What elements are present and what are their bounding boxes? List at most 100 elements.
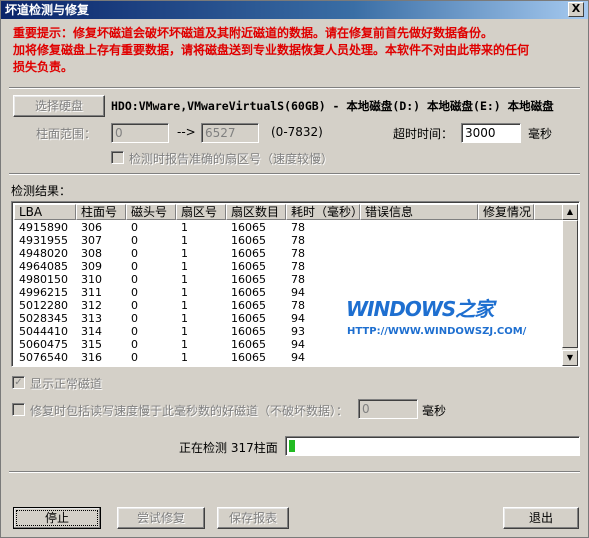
stop-button[interactable]: 停止 [13, 507, 101, 529]
table-cell [478, 247, 534, 260]
range-to-field[interactable]: 6527 [201, 123, 259, 143]
table-cell: 16065 [231, 286, 266, 299]
table-cell: 16065 [231, 221, 266, 234]
table-cell: 16065 [231, 260, 266, 273]
table-cell: 308 [81, 247, 102, 260]
table-cell: 78 [291, 273, 305, 286]
table-row[interactable]: 4931955 307 0 1 16065 78 [14, 234, 564, 247]
disk-display: HDO:VMware,VMwareVirtualS(60GB) - 本地磁盘(D… [111, 96, 580, 116]
column-header[interactable]: 耗时（毫秒） [286, 204, 360, 220]
scroll-thumb[interactable] [562, 220, 578, 348]
table-cell: 78 [291, 260, 305, 273]
repair-slow-label: 修复时包括读写速度慢于此毫秒数的好磁道（不破坏数据）： [30, 404, 349, 418]
select-disk-button[interactable]: 选择硬盘 [13, 95, 105, 117]
results-header: LBA 柱面号 磁头号 扇区号 扇区数目 耗时（毫秒） 错误信息 修复情况 [14, 204, 564, 220]
table-cell: 16065 [231, 273, 266, 286]
results-scrollbar[interactable]: ▲ ▼ [562, 204, 578, 366]
range-from-field[interactable]: 0 [111, 123, 169, 143]
separator-bottom [9, 471, 580, 473]
table-cell: 0 [131, 325, 138, 338]
table-cell: 0 [131, 221, 138, 234]
table-cell: 1 [181, 312, 188, 325]
table-cell: 316 [81, 351, 102, 364]
table-cell: 0 [131, 338, 138, 351]
table-cell [478, 273, 534, 286]
table-cell: 94 [291, 351, 305, 364]
table-cell [360, 247, 478, 260]
column-header[interactable]: 修复情况 [478, 204, 534, 220]
table-cell: 4964085 [19, 260, 68, 273]
table-cell: 307 [81, 234, 102, 247]
cylinder-range-label: 柱面范围： [36, 127, 97, 141]
show-normal-checkbox[interactable]: ✓ [12, 376, 25, 389]
repair-slow-checkbox[interactable] [12, 403, 25, 416]
table-cell: 5028345 [19, 312, 68, 325]
table-cell: 0 [131, 260, 138, 273]
watermark-logo: WINDOWS之家 [346, 297, 494, 321]
try-repair-button[interactable]: 尝试修复 [117, 507, 205, 529]
table-cell [360, 234, 478, 247]
window-title: 坏道检测与修复 [5, 3, 90, 17]
column-header[interactable]: LBA [14, 204, 76, 220]
repair-slow-field[interactable]: 0 [358, 399, 418, 419]
table-cell: 306 [81, 221, 102, 234]
table-row[interactable]: 4915890 306 0 1 16065 78 [14, 221, 564, 234]
table-cell [478, 260, 534, 273]
table-cell: 1 [181, 351, 188, 364]
table-row[interactable]: 4948020 308 0 1 16065 78 [14, 247, 564, 260]
column-header[interactable]: 错误信息 [360, 204, 478, 220]
close-button[interactable]: X [568, 2, 584, 17]
table-cell: 16065 [231, 299, 266, 312]
watermark-url: HTTP://WWW.WINDOWSZJ.COM/ [347, 326, 527, 337]
watermark: WINDOWS之家 HTTP://WWW.WINDOWSZJ.COM/ [346, 293, 546, 343]
show-normal-label: 显示正常磁道 [30, 377, 103, 391]
table-cell: 0 [131, 234, 138, 247]
table-cell: 0 [131, 273, 138, 286]
table-cell: 16065 [231, 325, 266, 338]
column-header[interactable]: 扇区数目 [226, 204, 286, 220]
report-sector-label: 检测时报告准确的扇区号（速度较慢） [129, 152, 334, 166]
scroll-down-icon[interactable]: ▼ [562, 350, 578, 366]
column-header[interactable]: 磁头号 [126, 204, 176, 220]
table-cell: 16065 [231, 338, 266, 351]
results-label: 检测结果： [11, 184, 72, 198]
table-cell [360, 260, 478, 273]
table-cell: 16065 [231, 247, 266, 260]
column-header[interactable]: 柱面号 [76, 204, 126, 220]
warning-line-1: 重要提示：修复坏磁道会破坏坏磁道及其附近磁道的数据。请在修复前首先做好数据备份。 [13, 26, 494, 40]
table-cell: 78 [291, 221, 305, 234]
report-sector-checkbox[interactable] [111, 151, 124, 164]
table-cell: 4931955 [19, 234, 68, 247]
column-header[interactable]: 扇区号 [176, 204, 226, 220]
table-cell: 310 [81, 273, 102, 286]
table-cell: 1 [181, 338, 188, 351]
exit-button[interactable]: 退出 [503, 507, 579, 529]
status-text: 正在检测 317柱面 [179, 441, 278, 455]
table-cell: 313 [81, 312, 102, 325]
table-row[interactable]: 4964085 309 0 1 16065 78 [14, 260, 564, 273]
table-cell: 0 [131, 299, 138, 312]
table-cell: 0 [131, 351, 138, 364]
table-row[interactable]: 4980150 310 0 1 16065 78 [14, 273, 564, 286]
table-cell: 1 [181, 325, 188, 338]
table-cell: 1 [181, 286, 188, 299]
table-cell: 16065 [231, 234, 266, 247]
table-cell: 1 [181, 299, 188, 312]
warning-line-3: 损失负责。 [13, 60, 74, 74]
table-cell: 311 [81, 286, 102, 299]
table-cell [360, 273, 478, 286]
table-cell: 16065 [231, 312, 266, 325]
table-cell [360, 351, 478, 364]
table-cell [478, 221, 534, 234]
scroll-up-icon[interactable]: ▲ [562, 204, 578, 220]
timeout-unit: 毫秒 [528, 127, 553, 141]
table-cell: 0 [131, 286, 138, 299]
table-row[interactable]: 5076540 316 0 1 16065 94 [14, 351, 564, 364]
table-cell: 315 [81, 338, 102, 351]
save-report-button[interactable]: 保存报表 [217, 507, 289, 529]
progress-bar [285, 436, 580, 456]
table-cell [360, 221, 478, 234]
timeout-field[interactable]: 3000 [461, 123, 521, 143]
repair-slow-unit: 毫秒 [422, 404, 447, 418]
table-cell: 0 [131, 247, 138, 260]
